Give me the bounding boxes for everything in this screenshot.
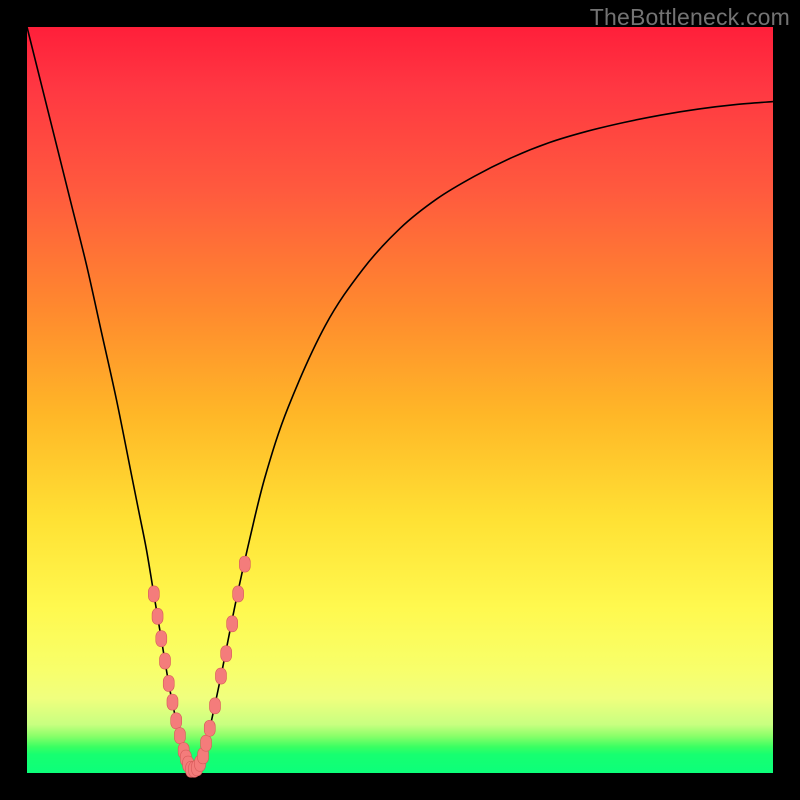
bottleneck-curve <box>27 27 773 770</box>
data-marker <box>152 608 163 624</box>
data-marker <box>171 713 182 729</box>
data-marker <box>209 698 220 714</box>
chart-frame: TheBottleneck.com <box>0 0 800 800</box>
data-marker <box>167 694 178 710</box>
data-marker <box>233 586 244 602</box>
marker-group <box>148 556 250 777</box>
data-marker <box>156 631 167 647</box>
data-marker <box>174 728 185 744</box>
chart-svg <box>27 27 773 773</box>
plot-area <box>27 27 773 773</box>
data-marker <box>160 653 171 669</box>
data-marker <box>227 616 238 632</box>
data-marker <box>163 675 174 691</box>
data-marker <box>239 556 250 572</box>
data-marker <box>221 646 232 662</box>
data-marker <box>215 668 226 684</box>
data-marker <box>204 720 215 736</box>
data-marker <box>148 586 159 602</box>
data-marker <box>201 735 212 751</box>
watermark-text: TheBottleneck.com <box>590 4 790 31</box>
